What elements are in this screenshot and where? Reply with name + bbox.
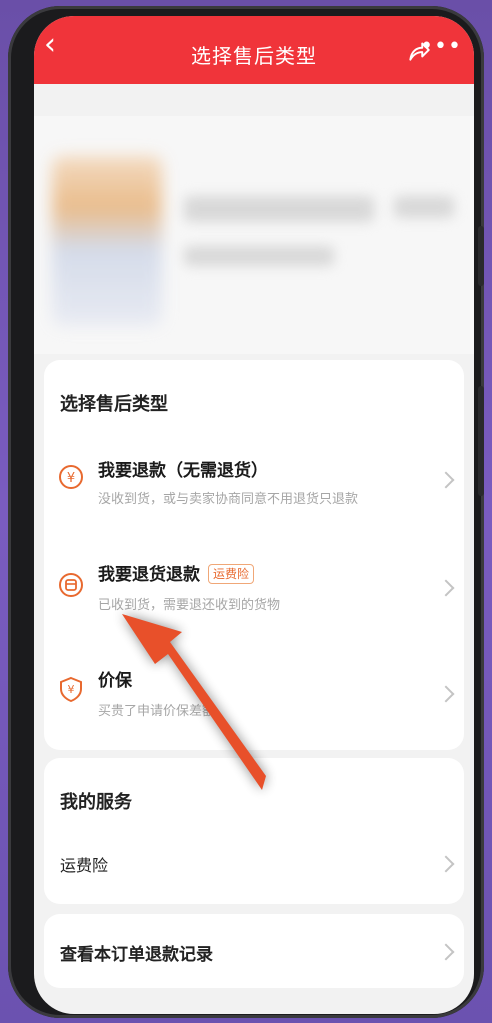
side-button: [478, 386, 484, 496]
chevron-right-icon: [437, 685, 455, 703]
product-summary: [34, 116, 474, 354]
after-sale-type-card: 选择售后类型 ¥ 我要退款（无需退货） 没收到货，或与卖家协商同意不用退货只退款…: [44, 360, 464, 750]
chevron-right-icon: [437, 579, 455, 597]
chevron-right-icon: [437, 471, 455, 489]
yen-refund-icon: ¥: [59, 465, 83, 489]
more-icon[interactable]: •••: [420, 34, 462, 59]
product-price-blur: [394, 196, 454, 218]
option-name-text: 我要退货退款: [98, 565, 200, 585]
option-name: 我要退款（无需退货）: [98, 461, 268, 481]
my-services-card: 我的服务 运费险: [44, 758, 464, 904]
chevron-right-icon: [437, 855, 455, 873]
freight-insurance-badge: 运费险: [208, 564, 255, 584]
option-desc: 已收到货，需要退还收到的货物: [98, 598, 281, 613]
side-button: [478, 226, 484, 286]
refund-records-card: 查看本订单退款记录: [44, 914, 464, 988]
section-title: 选择售后类型: [60, 394, 168, 415]
option-refund-only[interactable]: ¥ 我要退款（无需退货） 没收到货，或与卖家协商同意不用退货只退款: [44, 440, 464, 540]
freight-insurance-row[interactable]: 运费险: [44, 838, 464, 888]
product-title-blur: [184, 196, 374, 222]
section-title: 我的服务: [60, 792, 132, 813]
product-spec-blur: [184, 246, 334, 266]
price-protect-icon: ¥: [60, 676, 82, 702]
phone-frame: ‹ 选择售后类型 ••• 选择售后类型 ¥ 我要退款（无需退货） 没收到货，或与…: [8, 6, 484, 1018]
option-name: 我要退货退款 运费险: [98, 560, 255, 585]
header-spacer: [34, 84, 474, 116]
nav-header: ‹ 选择售后类型 •••: [34, 16, 474, 84]
svg-text:¥: ¥: [67, 471, 75, 486]
option-price-protection[interactable]: ¥ 价保 买贵了申请价保差额: [44, 646, 464, 746]
svg-text:¥: ¥: [68, 683, 75, 696]
option-desc: 没收到货，或与卖家协商同意不用退货只退款: [98, 492, 359, 507]
option-return-refund[interactable]: 我要退货退款 运费险 已收到货，需要退还收到的货物: [44, 542, 464, 642]
option-desc: 买贵了申请价保差额: [98, 704, 216, 719]
return-box-icon: [59, 573, 83, 597]
option-name: 价保: [98, 671, 132, 691]
screen: ‹ 选择售后类型 ••• 选择售后类型 ¥ 我要退款（无需退货） 没收到货，或与…: [34, 16, 474, 1014]
product-image: [52, 156, 162, 326]
row-label: 查看本订单退款记录: [60, 945, 213, 965]
refund-records-link[interactable]: 查看本订单退款记录: [44, 926, 464, 976]
chevron-right-icon: [437, 943, 455, 961]
row-label: 运费险: [60, 856, 109, 875]
